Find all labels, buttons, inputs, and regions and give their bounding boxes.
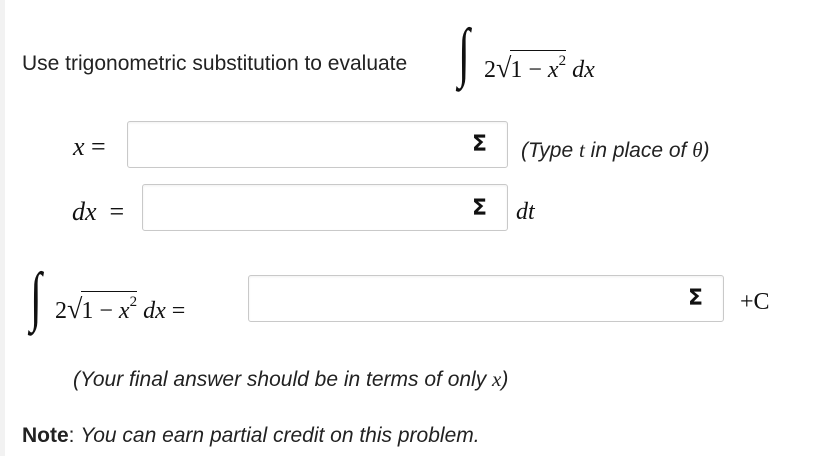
dx-row-suffix-dt: dt [516, 199, 535, 225]
page-left-rule [0, 0, 5, 456]
integrand-differential: dx [572, 57, 595, 83]
radicand-power: 2 [558, 53, 567, 69]
row-radicand: 1 − x2 [81, 291, 138, 324]
dx-row-label: dx = [72, 197, 124, 227]
final-hint-var: x [492, 367, 502, 391]
problem-integrand: 2√1 − x2 dx [484, 50, 595, 84]
hint-suffix: ) [702, 139, 710, 162]
plus-c-text: +C [740, 289, 770, 315]
note-separator: : [68, 424, 81, 447]
x-row-var: x [73, 132, 85, 161]
hint-middle: in place of [584, 139, 693, 162]
equation-editor-icon-dx[interactable]: Σ [472, 196, 487, 221]
problem-prompt: Use trigonometric substitution to evalua… [22, 52, 408, 75]
integrand-coefficient: 2 [484, 57, 496, 83]
row-radical: √1 − x2 [67, 291, 138, 325]
radicand-var: x [547, 57, 559, 83]
note-label: Note [22, 424, 69, 447]
hint-prefix: (Type [521, 139, 579, 162]
dx-row-lhs: dx [72, 197, 97, 226]
x-answer-input[interactable] [127, 121, 508, 168]
row-radicand-minus: − [99, 298, 113, 324]
dx-row-equals: = [109, 197, 125, 226]
row-differential: dx [143, 298, 166, 324]
final-hint-suffix: ) [501, 368, 509, 391]
row-radicand-power: 2 [129, 294, 138, 310]
row-radicand-one: 1 [81, 298, 94, 324]
radicand-one: 1 [510, 57, 523, 83]
integral-row-sign: ∫ [30, 260, 42, 333]
sqrt-symbol: √ [496, 53, 512, 84]
final-hint-prefix: (Your final answer should be in terms of… [73, 368, 493, 391]
row-sqrt-symbol: √ [67, 294, 83, 325]
integral-sign: ∫ [458, 16, 470, 89]
radicand-minus: − [528, 57, 542, 83]
row-coefficient: 2 [55, 298, 67, 324]
equation-editor-icon-integral[interactable]: Σ [688, 286, 703, 311]
integrand-radicand: 1 − x2 [510, 50, 567, 83]
integral-row-integrand: 2√1 − x2 dx = [55, 291, 186, 325]
x-row-label: x = [73, 132, 106, 162]
hint-theta: θ [692, 138, 703, 162]
partial-credit-note: Note: You can earn partial credit on thi… [22, 424, 480, 448]
dx-answer-input[interactable] [142, 184, 508, 231]
row-radicand-var: x [118, 298, 130, 324]
integral-row-equals: = [171, 298, 186, 324]
x-row-equals: = [91, 132, 106, 161]
note-text: You can earn partial credit on this prob… [80, 424, 480, 447]
x-substitution-hint: (Type t in place of θ) [521, 138, 710, 163]
integral-row-plus-c: +C [740, 289, 770, 316]
final-answer-hint: (Your final answer should be in terms of… [73, 367, 508, 392]
integral-answer-input[interactable] [248, 275, 724, 322]
equation-editor-icon-x[interactable]: Σ [472, 132, 487, 157]
integrand-radical: √1 − x2 [496, 50, 567, 84]
